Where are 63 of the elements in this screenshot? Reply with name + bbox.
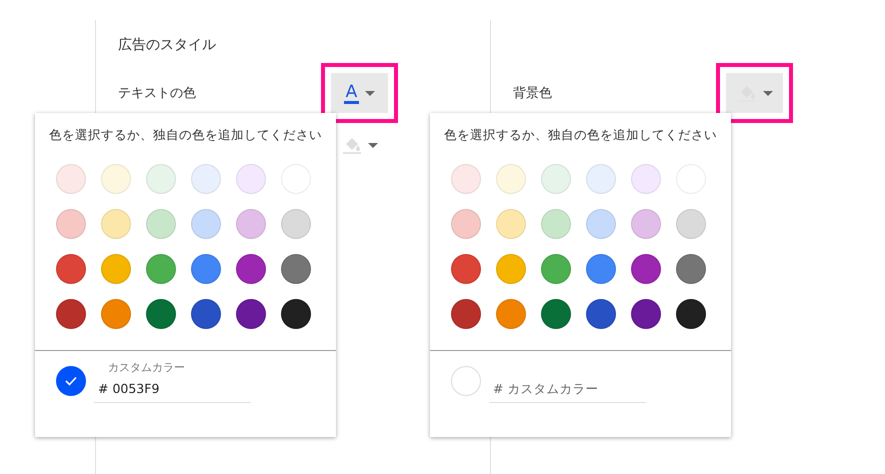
color-swatch[interactable] xyxy=(281,254,311,284)
custom-color-field[interactable]: # カスタムカラー xyxy=(489,381,646,403)
color-swatch[interactable] xyxy=(101,164,131,194)
color-swatch[interactable] xyxy=(451,254,481,284)
color-swatch[interactable] xyxy=(541,209,571,239)
color-swatch[interactable] xyxy=(281,299,311,329)
color-swatch[interactable] xyxy=(676,209,706,239)
color-swatch[interactable] xyxy=(676,299,706,329)
custom-color-swatch[interactable] xyxy=(56,366,86,396)
color-swatch[interactable] xyxy=(451,209,481,239)
custom-color-field[interactable]: # 0053F9 xyxy=(94,381,251,403)
color-swatch[interactable] xyxy=(496,254,526,284)
color-swatch[interactable] xyxy=(191,299,221,329)
color-swatch[interactable] xyxy=(56,299,86,329)
color-swatch[interactable] xyxy=(586,299,616,329)
color-swatch[interactable] xyxy=(191,254,221,284)
color-swatch[interactable] xyxy=(541,299,571,329)
color-swatch[interactable] xyxy=(236,209,266,239)
color-swatch[interactable] xyxy=(541,164,571,194)
color-swatch[interactable] xyxy=(236,164,266,194)
color-swatch[interactable] xyxy=(631,254,661,284)
color-swatch[interactable] xyxy=(586,164,616,194)
color-swatch[interactable] xyxy=(451,164,481,194)
picker-prompt: 色を選択するか、独自の色を追加してください xyxy=(444,127,718,144)
caret-icon xyxy=(368,142,378,148)
color-swatch[interactable] xyxy=(146,299,176,329)
color-swatch[interactable] xyxy=(56,209,86,239)
color-swatch[interactable] xyxy=(631,299,661,329)
color-swatch[interactable] xyxy=(586,209,616,239)
field-floating-label: カスタムカラー xyxy=(108,360,186,375)
field-label: テキストの色 xyxy=(117,85,197,102)
custom-color-swatch[interactable] xyxy=(451,366,481,396)
color-swatch[interactable] xyxy=(191,164,221,194)
color-swatch[interactable] xyxy=(101,254,131,284)
color-swatch[interactable] xyxy=(56,254,86,284)
color-swatch[interactable] xyxy=(191,209,221,239)
color-swatch[interactable] xyxy=(541,254,571,284)
color-swatch[interactable] xyxy=(496,299,526,329)
color-swatch[interactable] xyxy=(101,209,131,239)
color-swatch[interactable] xyxy=(236,254,266,284)
color-swatch[interactable] xyxy=(146,254,176,284)
color-swatch[interactable] xyxy=(631,209,661,239)
color-swatch[interactable] xyxy=(586,254,616,284)
color-swatch[interactable] xyxy=(451,299,481,329)
color-button[interactable]: A xyxy=(331,73,388,113)
color-swatch[interactable] xyxy=(56,164,86,194)
color-swatch[interactable] xyxy=(631,164,661,194)
picker-prompt: 色を選択するか、独自の色を追加してください xyxy=(49,127,323,144)
color-swatch[interactable] xyxy=(676,254,706,284)
section-title: 広告のスタイル xyxy=(118,36,217,55)
color-swatch[interactable] xyxy=(146,164,176,194)
caret-icon xyxy=(762,90,772,96)
check-icon xyxy=(65,376,77,386)
color-swatch[interactable] xyxy=(101,299,131,329)
color-swatch[interactable] xyxy=(281,209,311,239)
paint-bucket-icon xyxy=(342,136,362,154)
color-swatch[interactable] xyxy=(496,164,526,194)
field-label: 背景色 xyxy=(512,85,553,102)
color-swatch[interactable] xyxy=(496,209,526,239)
color-button[interactable] xyxy=(726,73,783,113)
color-swatch[interactable] xyxy=(146,209,176,239)
color-swatch[interactable] xyxy=(236,299,266,329)
caret-icon xyxy=(365,90,376,96)
